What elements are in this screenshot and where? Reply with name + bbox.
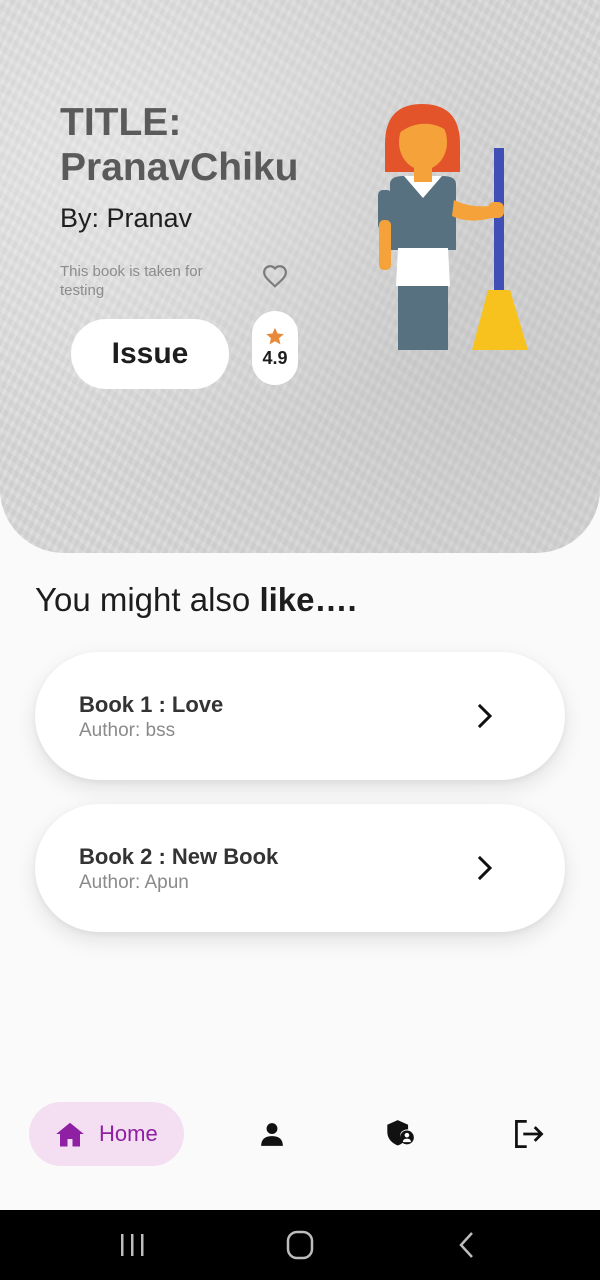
nav-home-button[interactable]: Home [29,1102,184,1166]
nav-admin-button[interactable] [382,1116,418,1152]
book-author: By: Pranav [60,203,193,233]
section-heading: You might also like…. [35,581,357,619]
cleaning-lady-illustration [378,104,528,350]
book-description: This book is taken for testing [60,263,203,299]
nav-home-label: Home [99,1121,158,1146]
recent-apps-icon[interactable] [112,1230,152,1260]
issue-button[interactable]: Issue [71,319,229,389]
book-card-title: Book 2 : New Book [79,844,279,869]
home-system-icon[interactable] [280,1230,320,1260]
section-heading-prefix: You might also [35,581,260,618]
logout-icon [515,1120,544,1148]
person-icon [261,1123,283,1146]
chevron-right-icon [477,703,493,729]
section-heading-bold: like…. [259,581,357,618]
favorite-button[interactable] [259,262,291,290]
nav-profile-button[interactable] [254,1116,290,1152]
admin-shield-icon [387,1120,414,1146]
book-title: TITLE: PranavChiku [60,101,299,189]
heart-outline-icon [263,265,287,288]
book-card-author: Author: bss [79,720,176,741]
system-navigation-bar [0,1210,600,1280]
book-card-author: Author: Apun [79,872,189,893]
book-card-1[interactable]: Book 1 : Love Author: bss [35,652,565,780]
book-card-title: Book 1 : Love [79,692,224,717]
chevron-right-icon [477,855,493,881]
star-icon [266,327,284,345]
home-icon [56,1122,84,1147]
bottom-navigation: Home [0,1090,600,1210]
nav-logout-button[interactable] [511,1116,547,1152]
rating-value: 4.9 [262,348,288,368]
hero-banner: TITLE: PranavChiku By: Pranav This book … [0,0,600,553]
rating-badge: 4.9 [252,311,298,385]
back-icon[interactable] [448,1230,488,1260]
book-card-2[interactable]: Book 2 : New Book Author: Apun [35,804,565,932]
